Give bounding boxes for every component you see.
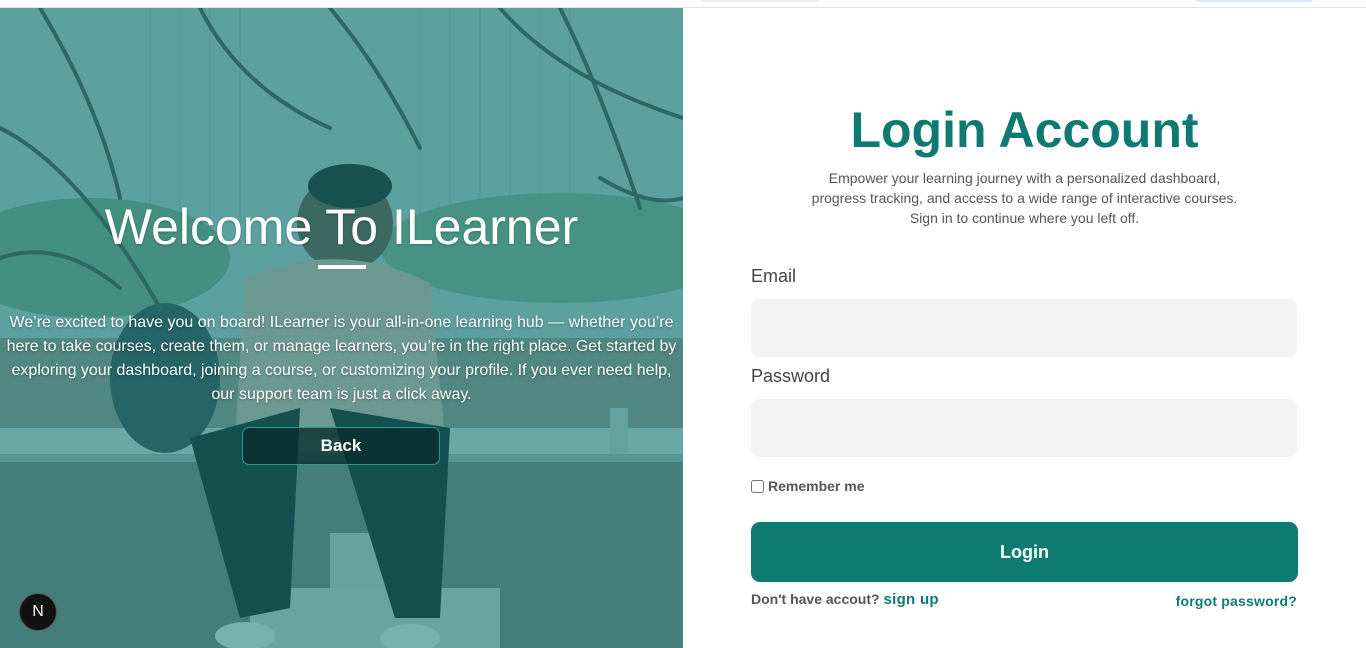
no-account-text: Don't have accout? xyxy=(751,591,880,607)
browser-top-strip xyxy=(0,0,1366,8)
signup-row: Don't have accout? sign up xyxy=(751,591,939,608)
remember-me-label: Remember me xyxy=(768,478,865,494)
hero-title: Welcome To ILearner xyxy=(104,199,579,255)
login-button[interactable]: Login xyxy=(751,522,1298,582)
login-subtitle: Empower your learning journey with a per… xyxy=(683,168,1366,228)
email-label: Email xyxy=(751,266,797,286)
forgot-password-link[interactable]: forgot password? xyxy=(1176,593,1297,609)
subtitle-line: Empower your learning journey with a per… xyxy=(828,170,1221,186)
email-field[interactable] xyxy=(751,299,1297,357)
password-label: Password xyxy=(751,366,831,386)
back-button[interactable]: Back xyxy=(242,427,440,465)
remember-me-row: Remember me xyxy=(751,478,865,494)
remember-me-checkbox[interactable] xyxy=(751,479,764,493)
top-strip-element xyxy=(1195,0,1313,2)
hero-content: Welcome To ILearner We’re excited to hav… xyxy=(0,8,683,648)
login-panel: Login Account Empower your learning jour… xyxy=(683,8,1366,648)
password-field[interactable] xyxy=(751,399,1297,457)
subtitle-line: Sign in to continue where you left off. xyxy=(909,210,1140,226)
login-title: Login Account xyxy=(850,102,1199,158)
signup-link[interactable]: sign up xyxy=(883,591,938,608)
top-strip-element xyxy=(700,0,820,2)
title-underline xyxy=(318,265,366,269)
nextjs-badge-icon[interactable]: N xyxy=(19,593,57,631)
hero-description: We’re excited to have you on board! ILea… xyxy=(6,314,677,403)
hero-panel: Welcome To ILearner We’re excited to hav… xyxy=(0,8,683,648)
subtitle-line: progress tracking, and access to a wide … xyxy=(811,190,1238,206)
